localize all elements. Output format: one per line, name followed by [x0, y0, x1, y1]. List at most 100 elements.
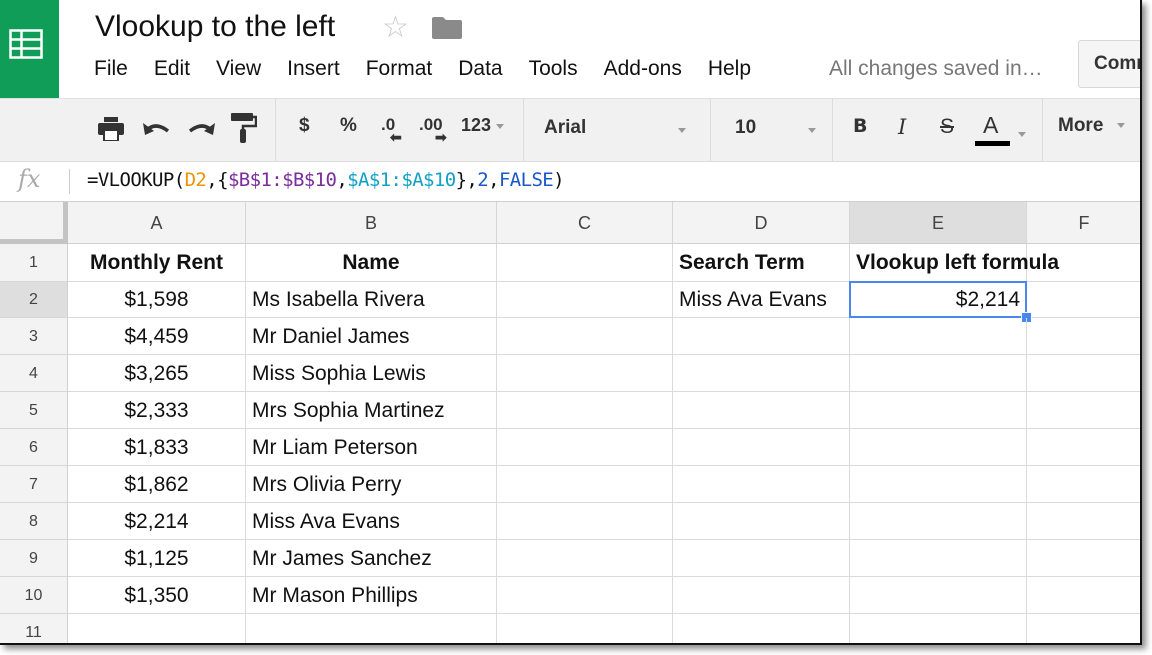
cell-a3[interactable]: $4,459 [68, 318, 246, 355]
menu-view[interactable]: View [216, 57, 261, 85]
cell-e4[interactable] [850, 355, 1027, 392]
cell-d2[interactable]: Miss Ava Evans [673, 282, 850, 318]
cell-b8[interactable]: Miss Ava Evans [246, 503, 497, 540]
cell-f6[interactable] [1027, 429, 1140, 466]
cell-e8[interactable] [850, 503, 1027, 540]
cell-f3[interactable] [1027, 318, 1140, 355]
cell-b3[interactable]: Mr Daniel James [246, 318, 497, 355]
sheets-logo[interactable] [0, 0, 59, 98]
increase-decimal-button[interactable]: .00 ➡ [419, 115, 447, 145]
cell-d1[interactable]: Search Term [673, 244, 850, 282]
menu-format[interactable]: Format [366, 57, 433, 85]
cell-b7[interactable]: Mrs Olivia Perry [246, 466, 497, 503]
cell-f11[interactable] [1027, 614, 1140, 643]
cell-b9[interactable]: Mr James Sanchez [246, 540, 497, 577]
bold-button[interactable]: B [853, 115, 867, 137]
formula-input[interactable]: =VLOOKUP(D2,{$B$1:$B$10,$A$1:$A$10},2,FA… [87, 169, 565, 191]
cell-d3[interactable] [673, 318, 850, 355]
chevron-down-icon[interactable] [808, 128, 816, 133]
cell-c11[interactable] [497, 614, 673, 643]
row-header-9[interactable]: 9 [0, 540, 68, 577]
cell-b6[interactable]: Mr Liam Peterson [246, 429, 497, 466]
cell-d11[interactable] [673, 614, 850, 643]
cell-e5[interactable] [850, 392, 1027, 429]
italic-button[interactable]: I [898, 115, 906, 139]
cell-d4[interactable] [673, 355, 850, 392]
chevron-down-icon[interactable] [1018, 132, 1026, 137]
menu-addons[interactable]: Add-ons [604, 57, 682, 85]
cell-e9[interactable] [850, 540, 1027, 577]
cell-c5[interactable] [497, 392, 673, 429]
cell-f2[interactable] [1027, 282, 1140, 318]
cell-a11[interactable] [68, 614, 246, 643]
menu-file[interactable]: File [94, 57, 128, 85]
row-header-1[interactable]: 1 [0, 244, 68, 282]
document-title[interactable]: Vlookup to the left [95, 10, 335, 44]
cell-c9[interactable] [497, 540, 673, 577]
percent-format-button[interactable]: % [340, 115, 357, 137]
undo-icon[interactable] [143, 119, 171, 137]
cell-e2[interactable]: $2,214 [850, 282, 1027, 318]
cell-e7[interactable] [850, 466, 1027, 503]
cell-c3[interactable] [497, 318, 673, 355]
cell-a1[interactable]: Monthly Rent [68, 244, 246, 282]
text-color-button[interactable]: A [983, 112, 998, 139]
cell-f8[interactable] [1027, 503, 1140, 540]
column-header-a[interactable]: A [68, 202, 246, 244]
row-header-5[interactable]: 5 [0, 392, 68, 429]
cell-c6[interactable] [497, 429, 673, 466]
menu-help[interactable]: Help [708, 57, 751, 85]
paint-format-icon[interactable] [231, 113, 257, 145]
row-header-11[interactable]: 11 [0, 614, 68, 643]
cell-a2[interactable]: $1,598 [68, 282, 246, 318]
menu-data[interactable]: Data [458, 57, 502, 85]
cell-b4[interactable]: Miss Sophia Lewis [246, 355, 497, 392]
cell-e6[interactable] [850, 429, 1027, 466]
strikethrough-button[interactable]: S [940, 115, 954, 139]
column-header-e[interactable]: E [850, 202, 1027, 244]
chevron-down-icon[interactable] [678, 128, 686, 133]
row-header-8[interactable]: 8 [0, 503, 68, 540]
cell-a10[interactable]: $1,350 [68, 577, 246, 614]
cell-f4[interactable] [1027, 355, 1140, 392]
cell-f7[interactable] [1027, 466, 1140, 503]
menu-insert[interactable]: Insert [287, 57, 340, 85]
print-icon[interactable] [98, 117, 124, 141]
comments-button[interactable]: Comm [1078, 40, 1140, 88]
cell-a4[interactable]: $3,265 [68, 355, 246, 392]
cell-a7[interactable]: $1,862 [68, 466, 246, 503]
cell-d10[interactable] [673, 577, 850, 614]
cell-f5[interactable] [1027, 392, 1140, 429]
cell-e1[interactable]: Vlookup left formula [850, 244, 1059, 282]
cell-b10[interactable]: Mr Mason Phillips [246, 577, 497, 614]
decrease-decimal-button[interactable]: .0 ⬅ [381, 115, 402, 145]
more-formats-button[interactable]: 123 [461, 115, 505, 136]
row-header-10[interactable]: 10 [0, 577, 68, 614]
column-header-b[interactable]: B [246, 202, 497, 244]
cell-d9[interactable] [673, 540, 850, 577]
cell-c2[interactable] [497, 282, 673, 318]
cell-a8[interactable]: $2,214 [68, 503, 246, 540]
row-header-3[interactable]: 3 [0, 318, 68, 355]
row-header-7[interactable]: 7 [0, 466, 68, 503]
cell-e10[interactable] [850, 577, 1027, 614]
cell-a6[interactable]: $1,833 [68, 429, 246, 466]
cell-c1[interactable] [497, 244, 673, 282]
row-header-2[interactable]: 2 [0, 282, 68, 318]
folder-icon[interactable] [432, 17, 462, 39]
cell-d6[interactable] [673, 429, 850, 466]
row-header-4[interactable]: 4 [0, 355, 68, 392]
cell-e11[interactable] [850, 614, 1027, 643]
save-status[interactable]: All changes saved in… [829, 57, 1043, 81]
menu-tools[interactable]: Tools [529, 57, 578, 85]
menu-edit[interactable]: Edit [154, 57, 190, 85]
cell-c10[interactable] [497, 577, 673, 614]
redo-icon[interactable] [187, 119, 215, 137]
row-header-6[interactable]: 6 [0, 429, 68, 466]
cell-c4[interactable] [497, 355, 673, 392]
more-button[interactable]: More [1058, 115, 1125, 137]
cell-b11[interactable] [246, 614, 497, 643]
cell-d5[interactable] [673, 392, 850, 429]
currency-format-button[interactable]: $ [299, 115, 310, 137]
select-all-corner[interactable] [0, 202, 68, 244]
